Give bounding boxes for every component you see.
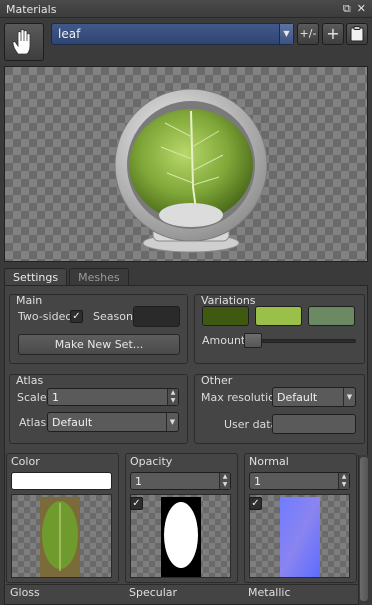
normal-enabled-checkbox[interactable]: ✓ (249, 497, 262, 510)
scrollbar-thumb[interactable] (360, 457, 368, 601)
preview-ball-image (114, 88, 268, 253)
opacity-value: 1 (135, 475, 142, 488)
normal-spinbox[interactable]: 1 ▲ ▼ (249, 472, 350, 490)
opacity-texture-thumb[interactable] (130, 494, 231, 578)
add-material-icon: + (326, 24, 340, 43)
max-resolution-label: Max resolution (201, 391, 282, 404)
paste-material-button[interactable] (346, 23, 368, 45)
other-group-title: Other (201, 374, 233, 387)
slots-scrollbar[interactable] (358, 455, 368, 605)
color-slot-title: Color (11, 455, 40, 468)
material-select[interactable]: leaf ▼ (51, 23, 294, 45)
color-value-swatch[interactable] (11, 472, 112, 490)
atlas-group-title: Atlas (16, 374, 44, 387)
atlas-select-value: Default (52, 416, 93, 429)
normal-map-image (280, 497, 320, 577)
max-resolution-value: Default (277, 391, 318, 404)
restore-icon[interactable]: ⧉ (343, 2, 351, 16)
normal-texture-thumb[interactable] (249, 494, 350, 578)
user-data-label: User data (224, 418, 278, 431)
metallic-slot-title: Metallic (248, 586, 291, 599)
tab-meshes[interactable]: Meshes (69, 268, 129, 286)
spin-arrows-icon[interactable]: ▲ ▼ (167, 389, 178, 405)
pick-material-button[interactable] (4, 23, 44, 61)
season-color-swatch[interactable] (133, 306, 180, 327)
opacity-slot-title: Opacity (130, 455, 173, 468)
user-data-input[interactable] (272, 414, 356, 434)
checkmark-icon: ✓ (72, 311, 81, 322)
tab-settings[interactable]: Settings (4, 268, 68, 286)
atlas-label: Atlas (19, 416, 47, 429)
gloss-slot-title: Gloss (10, 586, 40, 599)
color-texture-thumb[interactable] (11, 494, 112, 578)
spin-arrows-icon[interactable]: ▲ ▼ (338, 473, 349, 489)
checkmark-icon: ✓ (251, 498, 260, 509)
amount-label: Amount (202, 334, 246, 347)
chevron-down-icon: ▼ (279, 24, 293, 44)
season-label: Season (93, 310, 133, 323)
plusminus-button[interactable]: +/- (297, 23, 319, 45)
checkmark-icon: ✓ (132, 498, 141, 509)
bottom-slots-row (6, 584, 358, 605)
spin-arrows-icon[interactable]: ▲ ▼ (219, 473, 230, 489)
atlas-group: Atlas (9, 374, 188, 444)
atlas-select[interactable]: Default ▼ (47, 412, 179, 432)
opacity-spinbox[interactable]: 1 ▲ ▼ (130, 472, 231, 490)
specular-slot-title: Specular (129, 586, 178, 599)
scale-label: Scale (17, 391, 47, 404)
close-icon[interactable]: ✕ (357, 2, 366, 16)
variations-group: Variations (194, 294, 365, 364)
max-resolution-select[interactable]: Default ▼ (272, 387, 356, 407)
scale-value: 1 (52, 391, 59, 404)
material-preview[interactable] (4, 66, 368, 262)
chevron-down-icon: ▼ (343, 388, 355, 406)
normal-slot-title: Normal (249, 455, 289, 468)
settings-tabs: Settings Meshes (4, 268, 129, 286)
two-sided-checkbox[interactable]: ✓ (70, 310, 83, 323)
material-toolbar: leaf ▼ +/- + (0, 18, 372, 66)
window-title: Materials (6, 3, 57, 16)
two-sided-label: Two-sided (18, 310, 73, 323)
normal-value: 1 (254, 475, 261, 488)
add-material-button[interactable]: + (322, 23, 344, 45)
opacity-mask-image (161, 497, 201, 577)
scale-spinbox[interactable]: 1 ▲ ▼ (47, 388, 179, 406)
variation-color-3[interactable] (308, 306, 355, 326)
main-group-title: Main (16, 294, 43, 307)
opacity-enabled-checkbox[interactable]: ✓ (130, 497, 143, 510)
material-select-value: leaf (58, 27, 81, 41)
window-titlebar: Materials ⧉ ✕ (0, 0, 372, 18)
clipboard-icon (350, 26, 364, 42)
amount-slider-handle[interactable] (244, 333, 262, 348)
make-new-set-button[interactable]: Make New Set... (18, 334, 180, 355)
variation-color-1[interactable] (202, 306, 249, 326)
variation-color-2[interactable] (255, 306, 302, 326)
leaf-texture-image (40, 497, 80, 577)
chevron-down-icon: ▼ (166, 413, 178, 431)
hand-icon (12, 29, 31, 55)
